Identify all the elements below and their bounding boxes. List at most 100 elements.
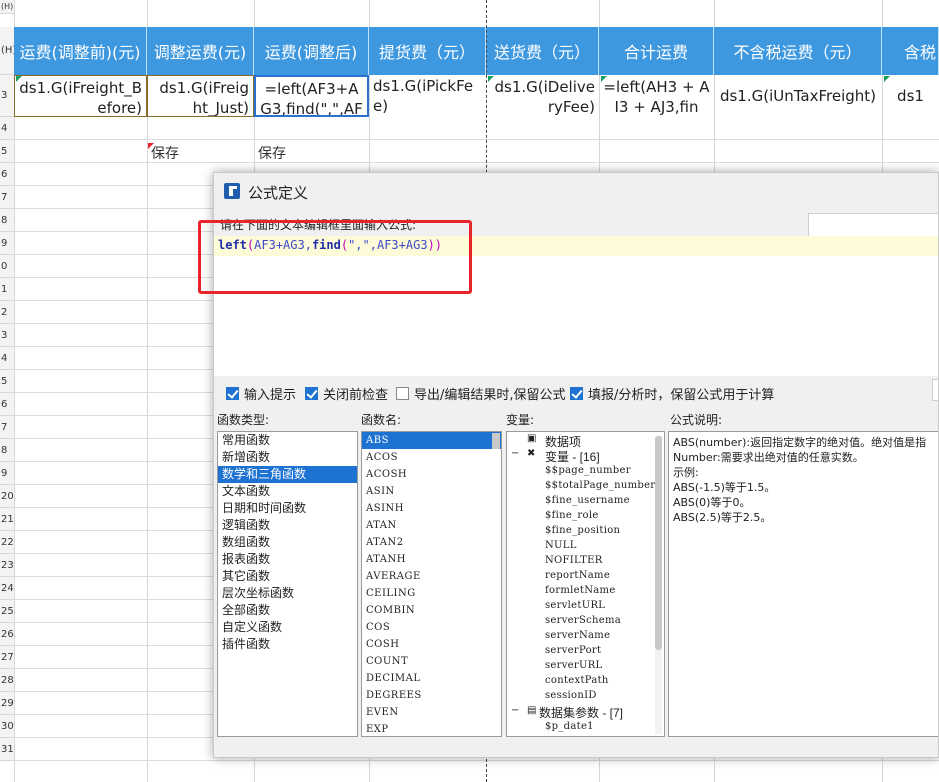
function-type-item[interactable]: 插件函数 xyxy=(218,636,357,653)
function-type-item[interactable]: 常用函数 xyxy=(218,432,357,449)
function-name-item[interactable]: CEILING xyxy=(362,585,501,602)
row-header: 6 xyxy=(0,163,14,186)
function-type-item[interactable]: 其它函数 xyxy=(218,568,357,585)
cell-freight-adjust[interactable]: ds1.G(iFreight_Just) xyxy=(147,75,254,117)
variable-item[interactable]: $$page_number xyxy=(545,465,631,476)
function-name-item[interactable]: COSH xyxy=(362,636,501,653)
variable-item[interactable]: NOFILTER xyxy=(545,555,603,566)
option-label: 填报/分析时，保留公式用于计算 xyxy=(588,388,775,403)
variable-item[interactable]: $fine_username xyxy=(545,495,630,506)
collapse-icon[interactable]: − xyxy=(511,705,520,716)
checkbox-icon[interactable] xyxy=(305,387,318,400)
function-type-item[interactable]: 新增函数 xyxy=(218,449,357,466)
function-name-item[interactable]: ASINH xyxy=(362,500,501,517)
function-type-item[interactable]: 数组函数 xyxy=(218,534,357,551)
dialog-titlebar[interactable]: 公式定义 xyxy=(214,173,938,209)
row-header: 3 xyxy=(0,324,14,347)
function-name-item[interactable]: COUNT xyxy=(362,653,501,670)
cell-freight-before[interactable]: ds1.G(iFreight_Before) xyxy=(14,75,147,117)
variable-item[interactable]: $fine_role xyxy=(545,510,599,521)
column-header-freight-before[interactable]: 运费(调整前)(元) xyxy=(14,27,147,75)
variable-icon: ✖ xyxy=(527,448,536,459)
row-header: 7 xyxy=(0,416,14,439)
collapse-icon[interactable]: − xyxy=(511,448,520,459)
column-header-pick-fee[interactable]: 提货费（元） xyxy=(369,27,486,75)
function-name-item[interactable]: EXP xyxy=(362,721,501,736)
variable-item[interactable]: serverSchema xyxy=(545,615,621,626)
var-label: 变量: xyxy=(506,413,535,427)
cell-untax-freight[interactable]: ds1.G(iUnTaxFreight) xyxy=(714,75,882,117)
dialog-title: 公式定义 xyxy=(248,184,309,202)
cell-freight-after[interactable]: =left(AF3+AG3,find(",",AF3+ xyxy=(254,75,369,117)
column-header-tax-included[interactable]: 含税 xyxy=(882,27,939,75)
save-label[interactable]: 保存 xyxy=(151,143,179,163)
variable-item[interactable]: $p_date1 xyxy=(545,721,594,732)
function-name-item[interactable]: ACOS xyxy=(362,449,501,466)
tree-node-variables[interactable]: 变量 - [16] xyxy=(545,448,600,465)
variable-item[interactable]: servletURL xyxy=(545,600,605,611)
function-type-item[interactable]: 日期和时间函数 xyxy=(218,500,357,517)
variable-item[interactable]: NULL xyxy=(545,540,577,551)
function-type-item[interactable]: 文本函数 xyxy=(218,483,357,500)
row-header: 27 xyxy=(0,646,14,669)
option-extra-box[interactable] xyxy=(932,379,938,401)
cell-tax-included[interactable]: ds1 xyxy=(882,75,939,117)
function-name-item[interactable]: AVERAGE xyxy=(362,568,501,585)
row-header: 26 xyxy=(0,623,14,646)
row-header: 28 xyxy=(0,669,14,692)
tree-node-dataset-params[interactable]: 数据集参数 - [7] xyxy=(539,704,623,721)
function-type-item[interactable]: 逻辑函数 xyxy=(218,517,357,534)
function-name-item[interactable]: COS xyxy=(362,619,501,636)
function-name-item[interactable]: COMBIN xyxy=(362,602,501,619)
save-label[interactable]: 保存 xyxy=(258,143,286,163)
row-header: 9 xyxy=(0,462,14,485)
search-input[interactable] xyxy=(808,213,938,237)
function-type-item[interactable]: 数学和三角函数 xyxy=(218,466,357,483)
checkbox-icon[interactable] xyxy=(396,387,409,400)
function-name-item[interactable]: ASIN xyxy=(362,483,501,500)
function-name-item[interactable]: DECIMAL xyxy=(362,670,501,687)
option-label: 关闭前检查 xyxy=(323,388,389,403)
variable-item[interactable]: contextPath xyxy=(545,675,609,686)
function-name-list[interactable]: ABS ACOS ACOSH ASIN ASINH ATAN ATAN2 ATANH AVERA… xyxy=(361,431,502,737)
data-item-icon: ▣ xyxy=(527,433,537,444)
function-name-item[interactable]: ATANH xyxy=(362,551,501,568)
column-header-untax-freight[interactable]: 不含税运费（元） xyxy=(714,27,882,75)
function-type-item[interactable]: 自定义函数 xyxy=(218,619,357,636)
variable-item[interactable]: serverURL xyxy=(545,660,602,671)
scrollbar-thumb[interactable] xyxy=(655,436,662,650)
function-type-item[interactable]: 全部函数 xyxy=(218,602,357,619)
checkbox-icon[interactable] xyxy=(226,387,239,400)
column-header-total-freight[interactable]: 合计运费 xyxy=(599,27,714,75)
variable-item[interactable]: serverName xyxy=(545,630,610,641)
variable-item[interactable]: $fine_position xyxy=(545,525,620,536)
variable-item[interactable]: reportName xyxy=(545,570,610,581)
cell-total-freight[interactable]: =left(AH3 + AI3 + AJ3,fin xyxy=(599,75,714,117)
function-type-item[interactable]: 层次坐标函数 xyxy=(218,585,357,602)
variable-item[interactable]: $$totalPage_number xyxy=(545,480,655,491)
variable-item[interactable]: formletName xyxy=(545,585,616,596)
function-name-item[interactable]: EVEN xyxy=(362,704,501,721)
function-type-item[interactable]: 报表函数 xyxy=(218,551,357,568)
function-name-item[interactable]: ATAN xyxy=(362,517,501,534)
variable-item[interactable]: sessionID xyxy=(545,690,597,701)
option-keep-formula-fill[interactable]: 填报/分析时，保留公式用于计算 xyxy=(570,384,774,403)
function-name-item[interactable]: ATAN2 xyxy=(362,534,501,551)
cell-pick-fee[interactable]: ds1.G(iPickFee) xyxy=(369,75,486,117)
function-name-item[interactable]: ABS xyxy=(362,432,501,449)
variable-tree[interactable]: ▣ 数据项 − ✖ 变量 - [16] $$page_number $$totalPage_… xyxy=(506,431,665,737)
cell-delivery-fee[interactable]: ds1.G(iDeliveryFee) xyxy=(486,75,599,117)
column-header-delivery-fee[interactable]: 送货费（元） xyxy=(486,27,599,75)
option-keep-formula-export[interactable]: 导出/编辑结果时,保留公式 xyxy=(396,384,566,403)
checkbox-icon[interactable] xyxy=(570,387,583,400)
scrollbar[interactable] xyxy=(492,433,500,449)
column-header-freight-adjust[interactable]: 调整运费(元) xyxy=(147,27,254,75)
row-header: 29 xyxy=(0,692,14,715)
function-type-list[interactable]: 常用函数 新增函数 数学和三角函数 文本函数 日期和时间函数 逻辑函数 数组函数 报表函数 其它… xyxy=(217,431,358,737)
column-header-freight-after[interactable]: 运费(调整后) xyxy=(254,27,369,75)
variable-item[interactable]: serverPort xyxy=(545,645,601,656)
option-input-hint[interactable]: 输入提示 xyxy=(226,384,296,403)
function-name-item[interactable]: DEGREES xyxy=(362,687,501,704)
function-name-item[interactable]: ACOSH xyxy=(362,466,501,483)
option-check-before-close[interactable]: 关闭前检查 xyxy=(305,384,388,403)
